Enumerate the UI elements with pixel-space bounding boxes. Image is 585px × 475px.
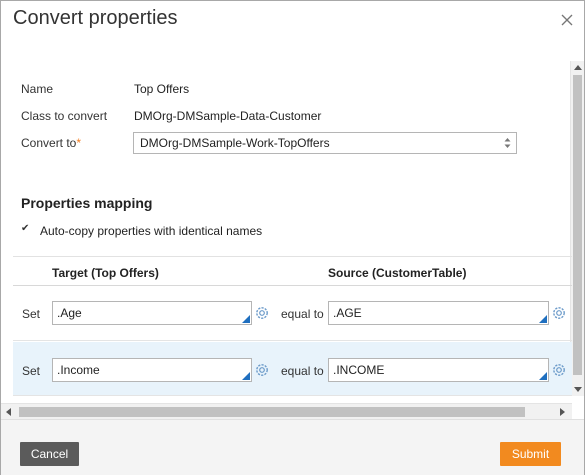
target-property-input[interactable]: .Income <box>52 358 252 382</box>
close-icon[interactable] <box>560 13 574 27</box>
gear-icon[interactable] <box>254 362 270 378</box>
convert-to-selected-value: DMOrg-DMSample-Work-TopOffers <box>140 136 330 150</box>
source-column-header: Source (CustomerTable) <box>328 266 467 280</box>
dialog-footer: Cancel Submit <box>1 419 584 475</box>
scroll-right-arrow-icon[interactable] <box>560 408 565 416</box>
source-property-input[interactable]: .INCOME <box>328 358 549 382</box>
dialog-header: Convert properties <box>1 1 584 45</box>
scroll-up-arrow-icon[interactable] <box>574 65 582 70</box>
class-to-convert-label: Class to convert <box>21 109 108 123</box>
mapping-row: Set .Income equal to .INCOME <box>13 342 572 396</box>
autocopy-checkbox-label[interactable]: Auto-copy properties with identical name… <box>40 224 262 238</box>
horizontal-scrollbar[interactable] <box>1 403 572 419</box>
autocomplete-corner-icon <box>242 372 250 380</box>
gear-icon[interactable] <box>551 305 567 321</box>
cancel-button[interactable]: Cancel <box>20 442 79 466</box>
set-label: Set <box>22 364 41 378</box>
source-property-input[interactable]: .AGE <box>328 301 549 325</box>
select-spinner-icon <box>504 138 511 148</box>
dialog-title: Convert properties <box>13 7 178 29</box>
target-column-header: Target (Top Offers) <box>52 266 159 280</box>
gear-icon[interactable] <box>254 305 270 321</box>
class-to-convert-value: DMOrg-DMSample-Data-Customer <box>134 109 322 123</box>
equal-to-label: equal to <box>281 307 324 321</box>
name-label: Name <box>21 82 54 96</box>
autocomplete-corner-icon <box>242 315 250 323</box>
convert-to-label: Convert to* <box>21 136 81 150</box>
set-label: Set <box>22 307 41 321</box>
convert-to-label-text: Convert to <box>21 136 77 150</box>
autocomplete-corner-icon <box>539 315 547 323</box>
autocomplete-corner-icon <box>539 372 547 380</box>
target-property-value: .Income <box>57 363 100 377</box>
target-property-input[interactable]: .Age <box>52 301 252 325</box>
properties-mapping-heading: Properties mapping <box>21 195 153 211</box>
required-star: * <box>76 136 82 150</box>
target-property-value: .Age <box>57 306 82 320</box>
name-value: Top Offers <box>134 82 190 96</box>
vertical-scroll-thumb[interactable] <box>573 75 582 375</box>
horizontal-scroll-thumb[interactable] <box>19 407 525 417</box>
scroll-left-arrow-icon[interactable] <box>6 408 11 416</box>
equal-to-label: equal to <box>281 364 324 378</box>
mapping-row: Set .Age equal to .AGE <box>13 287 572 341</box>
gear-icon[interactable] <box>551 362 567 378</box>
convert-properties-dialog: Convert properties Name Top Offers Class… <box>0 0 585 475</box>
submit-button[interactable]: Submit <box>500 442 561 466</box>
scroll-down-arrow-icon[interactable] <box>574 387 582 392</box>
source-property-value: .INCOME <box>333 363 385 377</box>
vertical-scrollbar[interactable] <box>570 61 584 396</box>
source-property-value: .AGE <box>333 306 362 320</box>
convert-to-select[interactable]: DMOrg-DMSample-Work-TopOffers <box>133 132 517 154</box>
autocopy-checkbox[interactable]: ✔ <box>21 224 31 234</box>
